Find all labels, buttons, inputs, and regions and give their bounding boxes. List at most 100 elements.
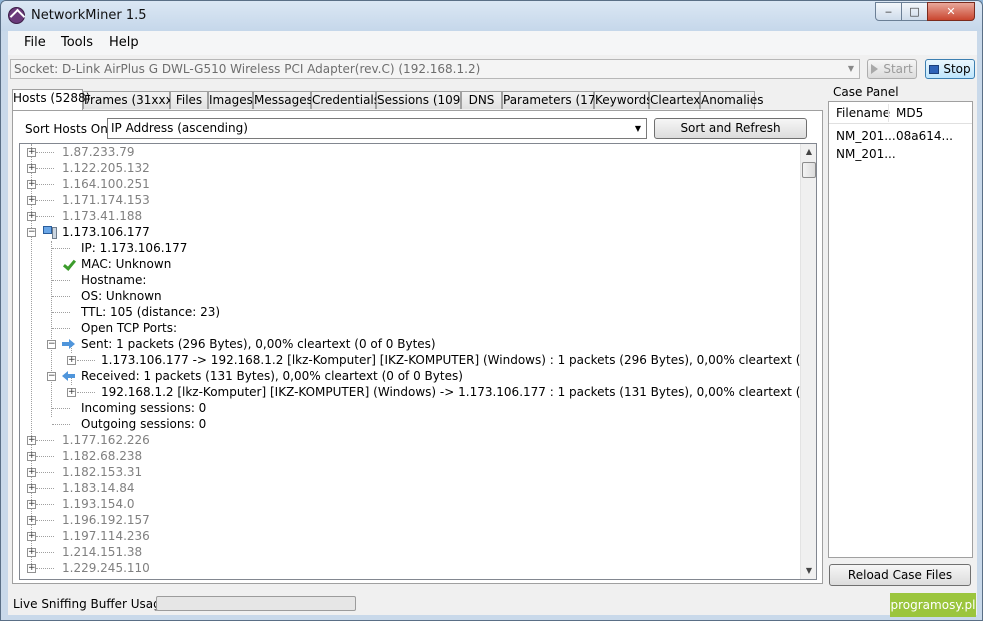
expand-icon[interactable]: + bbox=[27, 516, 36, 525]
case-file-name[interactable]: NM_201... bbox=[836, 147, 896, 161]
expand-icon[interactable]: + bbox=[27, 164, 36, 173]
host-item[interactable]: 1.182.68.238 bbox=[62, 448, 142, 464]
tab-anomalies[interactable]: Anomalies bbox=[700, 91, 764, 109]
expand-icon[interactable]: + bbox=[27, 484, 36, 493]
menu-file[interactable]: File bbox=[24, 35, 46, 50]
host-item[interactable]: 1.182.153.31 bbox=[62, 464, 142, 480]
host-item[interactable]: 1.122.205.132 bbox=[62, 160, 150, 176]
title-bar[interactable]: NetworkMiner 1.5 ‒ □ ✕ bbox=[1, 1, 982, 31]
tab-credentials[interactable]: Credentials bbox=[311, 91, 380, 109]
sort-and-refresh-button[interactable]: Sort and Refresh bbox=[654, 118, 807, 139]
start-button[interactable]: Start bbox=[867, 59, 917, 79]
column-filename[interactable]: Filename bbox=[836, 106, 890, 120]
collapse-icon[interactable]: − bbox=[27, 228, 36, 237]
host-item[interactable]: 1.171.174.153 bbox=[62, 192, 150, 208]
tree-branch bbox=[52, 248, 70, 249]
tree-branch bbox=[52, 312, 70, 313]
tab-messages[interactable]: Messages bbox=[253, 91, 313, 109]
tab-cleartext[interactable]: Cleartext bbox=[649, 91, 705, 109]
tree-branch bbox=[77, 392, 95, 393]
expand-icon[interactable]: + bbox=[27, 500, 36, 509]
check-icon bbox=[63, 258, 75, 270]
sort-hosts-select[interactable]: IP Address (ascending) ▼ bbox=[107, 118, 647, 139]
status-bar: Live Sniffing Buffer Usage: bbox=[8, 591, 977, 615]
tab-files[interactable]: Files bbox=[170, 91, 208, 109]
vertical-scrollbar[interactable]: ▲ ▼ bbox=[800, 144, 816, 579]
host-item[interactable]: 1.193.154.0 bbox=[62, 496, 135, 512]
tab-sessions[interactable]: Sessions (1094) bbox=[376, 91, 473, 109]
host-item[interactable]: 1.173.41.188 bbox=[62, 208, 142, 224]
case-file-md5[interactable]: 08a614... bbox=[896, 129, 953, 143]
host-item-expanded[interactable]: 1.173.106.177 bbox=[62, 224, 150, 240]
tree-branch bbox=[52, 424, 70, 425]
host-detail-os[interactable]: OS: Unknown bbox=[81, 288, 162, 304]
host-item[interactable]: 1.164.100.251 bbox=[62, 176, 150, 192]
expand-icon[interactable]: + bbox=[27, 564, 36, 573]
maximize-button[interactable]: □ bbox=[901, 2, 928, 21]
expand-icon[interactable]: + bbox=[27, 452, 36, 461]
expand-icon[interactable]: + bbox=[27, 212, 36, 221]
host-detail-received[interactable]: Received: 1 packets (131 Bytes), 0,00% c… bbox=[81, 368, 463, 384]
expand-icon[interactable]: + bbox=[27, 180, 36, 189]
host-item[interactable]: 1.177.162.226 bbox=[62, 432, 150, 448]
host-detail-ttl[interactable]: TTL: 105 (distance: 23) bbox=[81, 304, 220, 320]
host-detail-open-ports[interactable]: Open TCP Ports: bbox=[81, 320, 177, 336]
tab-hosts[interactable]: Hosts (5288) bbox=[12, 89, 90, 110]
stop-button[interactable]: Stop bbox=[925, 59, 975, 79]
scroll-down-icon[interactable]: ▼ bbox=[801, 563, 816, 579]
host-item[interactable]: 1.183.14.84 bbox=[62, 480, 135, 496]
tree-branch bbox=[36, 520, 54, 521]
sort-hosts-label: Sort Hosts On: bbox=[25, 122, 112, 136]
sent-session-item[interactable]: 1.173.106.177 -> 192.168.1.2 [lkz-Komput… bbox=[101, 352, 816, 368]
column-md5[interactable]: MD5 bbox=[896, 106, 923, 120]
host-item[interactable]: 1.196.192.157 bbox=[62, 512, 150, 528]
collapse-icon[interactable]: − bbox=[47, 340, 56, 349]
expand-icon[interactable]: + bbox=[27, 148, 36, 157]
reload-case-files-button[interactable]: Reload Case Files bbox=[829, 564, 971, 586]
buffer-usage-label: Live Sniffing Buffer Usage: bbox=[13, 597, 173, 611]
case-file-name[interactable]: NM_201... bbox=[836, 129, 896, 143]
host-detail-mac[interactable]: MAC: Unknown bbox=[81, 256, 171, 272]
menu-help[interactable]: Help bbox=[109, 35, 139, 50]
expand-icon[interactable]: + bbox=[67, 356, 76, 365]
window-title: NetworkMiner 1.5 bbox=[31, 8, 147, 23]
close-button[interactable]: ✕ bbox=[927, 2, 975, 21]
tab-parameters[interactable]: Parameters (170) bbox=[502, 91, 608, 109]
tab-frames[interactable]: Frames (31xxxx) bbox=[83, 91, 185, 109]
host-detail-ip[interactable]: IP: 1.173.106.177 bbox=[81, 240, 187, 256]
collapse-icon[interactable]: − bbox=[47, 372, 56, 381]
expand-icon[interactable]: + bbox=[67, 388, 76, 397]
tab-keywords[interactable]: Keywords bbox=[594, 91, 653, 109]
tab-images[interactable]: Images bbox=[208, 91, 253, 109]
expand-icon[interactable]: + bbox=[27, 436, 36, 445]
minimize-button[interactable]: ‒ bbox=[875, 2, 902, 21]
host-detail-hostname[interactable]: Hostname: bbox=[81, 272, 146, 288]
host-item[interactable]: 1.214.151.38 bbox=[62, 544, 142, 560]
received-session-item[interactable]: 192.168.1.2 [lkz-Komputer] [IKZ-KOMPUTER… bbox=[101, 384, 816, 400]
menu-tools[interactable]: Tools bbox=[61, 35, 93, 50]
tree-branch bbox=[36, 440, 54, 441]
host-item[interactable]: 1.87.233.79 bbox=[62, 144, 135, 160]
expand-icon[interactable]: + bbox=[27, 468, 36, 477]
expand-icon[interactable]: + bbox=[27, 532, 36, 541]
host-detail-outgoing-sessions[interactable]: Outgoing sessions: 0 bbox=[81, 416, 206, 432]
main-client-area: File Tools Help Socket: D-Link AirPlus G… bbox=[8, 31, 977, 615]
expand-icon[interactable]: + bbox=[27, 548, 36, 557]
network-adapter-select[interactable]: Socket: D-Link AirPlus G DWL-G510 Wirele… bbox=[10, 59, 860, 79]
host-item[interactable]: 1.229.245.110 bbox=[62, 560, 150, 576]
hosts-tree[interactable]: + 1.87.233.79 + 1.122.205.132 + 1.164.10… bbox=[19, 143, 817, 580]
host-detail-sent[interactable]: Sent: 1 packets (296 Bytes), 0,00% clear… bbox=[81, 336, 436, 352]
scroll-thumb[interactable] bbox=[802, 162, 816, 178]
tree-host-children-line bbox=[51, 241, 52, 417]
tree-branch bbox=[36, 152, 54, 153]
tree-branch bbox=[36, 504, 54, 505]
computer-host-icon bbox=[43, 226, 58, 239]
host-item[interactable]: 1.197.114.236 bbox=[62, 528, 150, 544]
case-panel[interactable]: Filename MD5 NM_201... 08a614... NM_201.… bbox=[828, 101, 973, 558]
host-detail-incoming-sessions[interactable]: Incoming sessions: 0 bbox=[81, 400, 206, 416]
tree-branch bbox=[36, 200, 54, 201]
tree-branch bbox=[52, 296, 70, 297]
tab-dns[interactable]: DNS bbox=[461, 91, 502, 109]
scroll-up-icon[interactable]: ▲ bbox=[801, 144, 816, 160]
expand-icon[interactable]: + bbox=[27, 196, 36, 205]
